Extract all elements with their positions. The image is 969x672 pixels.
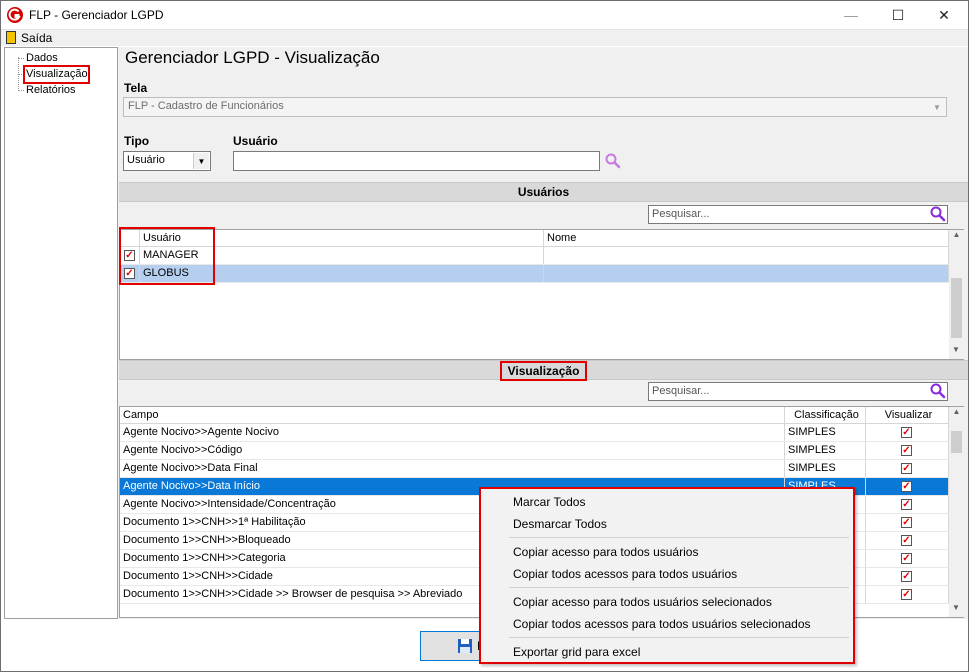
campo-cell: Agente Nocivo>>Agente Nocivo	[120, 424, 785, 441]
checkbox-checked[interactable]: ✓	[901, 499, 912, 510]
checkbox-checked[interactable]: ✓	[901, 463, 912, 474]
menu-item-exportar-excel[interactable]: Exportar grid para excel	[513, 645, 640, 659]
menu-exit[interactable]: Saída	[21, 31, 52, 45]
classificacao-cell: SIMPLES	[785, 460, 866, 477]
tela-label: Tela	[124, 81, 148, 95]
tipo-select[interactable]: Usuário ▼	[123, 151, 211, 171]
name-cell	[544, 247, 949, 264]
visualizar-cell: ✓	[866, 460, 949, 477]
checkbox-checked[interactable]: ✓	[901, 589, 912, 600]
scroll-thumb[interactable]	[951, 278, 962, 338]
menu-separator	[509, 637, 849, 638]
checkbox-checked[interactable]: ✓	[901, 571, 912, 582]
visualizacao-search-input[interactable]: Pesquisar...	[648, 382, 948, 401]
usuario-input[interactable]	[233, 151, 600, 171]
visualizar-cell: ✓	[866, 550, 949, 567]
close-button[interactable]: ✕	[921, 0, 967, 30]
menu-item-desmarcar-todos[interactable]: Desmarcar Todos	[513, 517, 607, 531]
column-header-visualizar[interactable]: Visualizar	[866, 407, 949, 423]
menu-separator	[509, 587, 849, 588]
checkbox-checked[interactable]: ✓	[901, 517, 912, 528]
minimize-button[interactable]: —	[828, 0, 874, 30]
menu-separator	[509, 537, 849, 538]
classificacao-cell: SIMPLES	[785, 442, 866, 459]
visualizacao-scrollbar[interactable]: ▲ ▼	[949, 407, 964, 617]
tree-connector	[18, 90, 24, 91]
usuario-label: Usuário	[233, 134, 278, 148]
maximize-icon: ☐	[891, 6, 905, 23]
tela-value: FLP - Cadastro de Funcionários	[128, 100, 284, 112]
column-header-nome[interactable]: Nome	[544, 230, 949, 246]
grid-header: Usuário Nome	[120, 230, 949, 247]
table-row[interactable]: Agente Nocivo>>Agente Nocivo SIMPLES ✓	[120, 424, 949, 442]
usuarios-grid: Usuário Nome ✓ MANAGER ✓ GLOBUS ▲ ▼	[119, 229, 964, 360]
checkbox-checked[interactable]: ✓	[901, 481, 912, 492]
navigation-tree	[4, 47, 118, 619]
visualizar-cell: ✓	[866, 442, 949, 459]
visualizar-cell: ✓	[866, 496, 949, 513]
visualizar-cell: ✓	[866, 478, 949, 495]
column-header-campo[interactable]: Campo	[120, 407, 785, 423]
name-cell	[544, 265, 949, 282]
visualizacao-section-header: Visualização	[119, 360, 968, 381]
classificacao-cell: SIMPLES	[785, 424, 866, 441]
table-row[interactable]: ✓ GLOBUS	[120, 265, 949, 283]
visualizar-cell: ✓	[866, 424, 949, 441]
usuarios-scrollbar[interactable]: ▲ ▼	[949, 230, 964, 359]
menu-item-marcar-todos[interactable]: Marcar Todos	[513, 495, 585, 509]
highlight-box	[23, 65, 90, 84]
app-logo-icon	[7, 7, 23, 23]
grid-header: Campo Classificação Visualizar	[120, 407, 949, 424]
campo-cell: Agente Nocivo>>Código	[120, 442, 785, 459]
context-menu: Marcar Todos Desmarcar Todos Copiar aces…	[479, 487, 855, 664]
checkbox-checked[interactable]: ✓	[901, 535, 912, 546]
highlight-box	[119, 227, 215, 285]
campo-cell: Agente Nocivo>>Data Final	[120, 460, 785, 477]
menu-bar	[0, 30, 969, 46]
visualizar-cell: ✓	[866, 514, 949, 531]
scroll-down-icon[interactable]: ▼	[952, 345, 960, 354]
scroll-up-icon[interactable]: ▲	[949, 230, 964, 239]
column-header-classificacao[interactable]: Classificação	[785, 407, 866, 423]
tree-connector	[18, 58, 24, 59]
save-icon	[458, 639, 472, 653]
usuarios-section-header: Usuários	[119, 182, 968, 202]
menu-item-copiar-todos-acessos-todos[interactable]: Copiar todos acessos para todos usuários	[513, 567, 737, 581]
scroll-up-icon[interactable]: ▲	[949, 407, 964, 416]
usuarios-search-input[interactable]: Pesquisar...	[648, 205, 948, 224]
scroll-thumb[interactable]	[951, 431, 962, 453]
visualizar-cell: ✓	[866, 568, 949, 585]
menu-item-copiar-todos-acessos-selecionados[interactable]: Copiar todos acessos para todos usuários…	[513, 617, 811, 631]
chevron-down-icon: ▼	[933, 102, 941, 112]
tela-select: FLP - Cadastro de Funcionários ▼	[123, 97, 947, 117]
page-title: Gerenciador LGPD - Visualização	[125, 48, 380, 67]
search-icon[interactable]	[929, 205, 947, 223]
search-icon[interactable]	[604, 152, 622, 170]
checkbox-checked[interactable]: ✓	[901, 427, 912, 438]
visualizacao-section-title: Visualização	[499, 361, 588, 381]
tree-item-relatorios[interactable]: Relatórios	[26, 84, 76, 97]
table-row[interactable]: ✓ MANAGER	[120, 247, 949, 265]
visualizar-cell: ✓	[866, 532, 949, 549]
window-title: FLP - Gerenciador LGPD	[29, 8, 164, 22]
tipo-label: Tipo	[124, 134, 150, 148]
table-row[interactable]: Agente Nocivo>>Data Final SIMPLES ✓	[120, 460, 949, 478]
checkbox-checked[interactable]: ✓	[901, 445, 912, 456]
exit-icon	[6, 31, 16, 44]
maximize-button[interactable]: ☐	[875, 0, 921, 30]
minimize-icon: —	[844, 7, 858, 23]
tipo-value: Usuário	[127, 154, 165, 166]
visualizar-cell: ✓	[866, 586, 949, 603]
search-icon[interactable]	[929, 382, 947, 400]
menu-item-copiar-acesso-todos[interactable]: Copiar acesso para todos usuários	[513, 545, 698, 559]
close-icon: ✕	[938, 6, 950, 23]
menu-item-copiar-acesso-selecionados[interactable]: Copiar acesso para todos usuários seleci…	[513, 595, 772, 609]
checkbox-checked[interactable]: ✓	[901, 553, 912, 564]
chevron-down-icon: ▼	[193, 153, 209, 169]
table-row[interactable]: Agente Nocivo>>Código SIMPLES ✓	[120, 442, 949, 460]
scroll-down-icon[interactable]: ▼	[952, 603, 960, 612]
tree-item-dados[interactable]: Dados	[26, 52, 58, 65]
